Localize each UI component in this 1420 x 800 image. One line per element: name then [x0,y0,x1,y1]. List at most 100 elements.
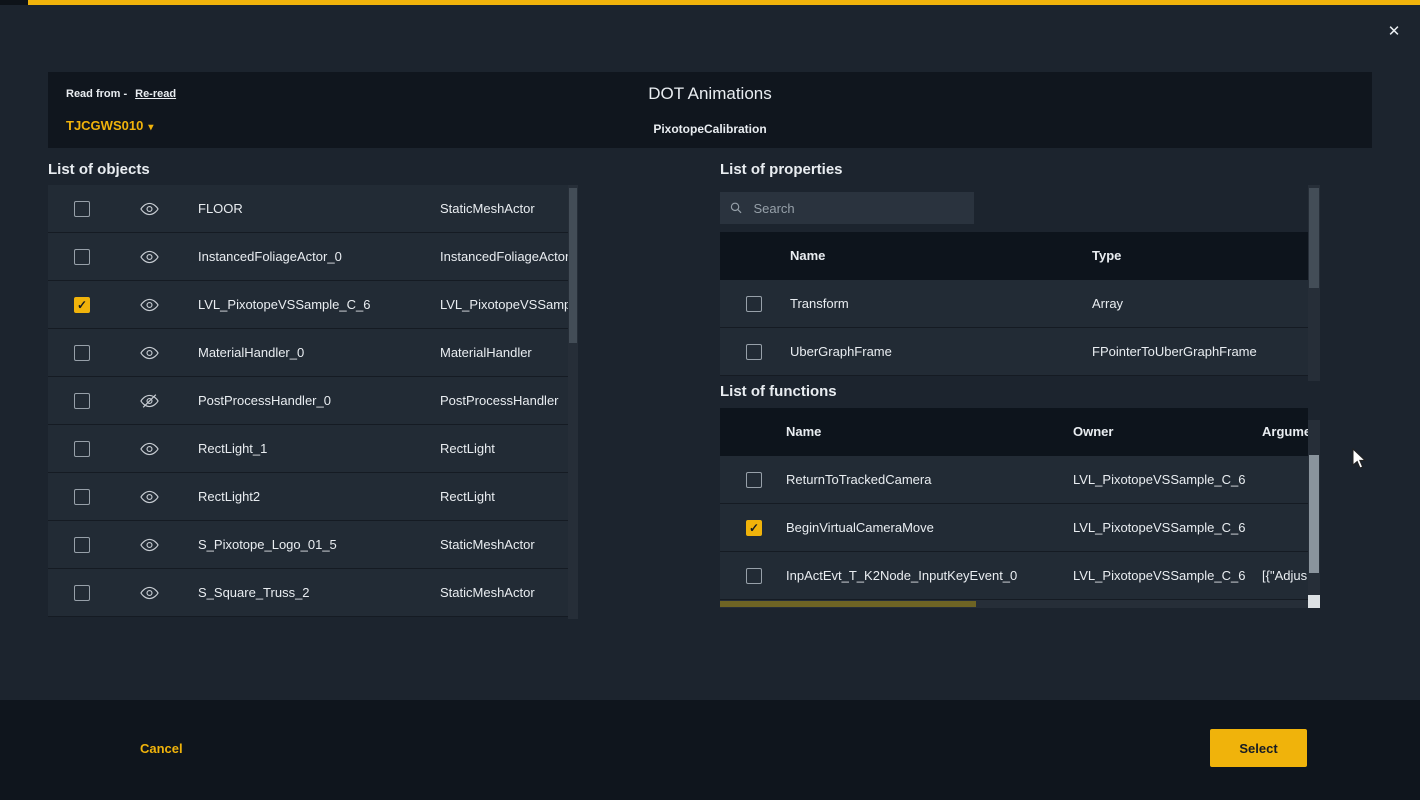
object-name: PostProcessHandler_0 [198,377,331,424]
object-type: StaticMeshActor [440,569,535,616]
visibility-icon[interactable] [140,249,159,268]
functions-rows: ReturnToTrackedCameraLVL_PixotopeVSSampl… [720,456,1308,600]
visibility-icon[interactable] [140,201,159,220]
property-name: Transform [790,280,849,327]
checkbox[interactable] [746,568,762,584]
objects-scrollbar-thumb[interactable] [569,188,577,343]
object-name: S_Square_Truss_2 [198,569,310,616]
function-name: InpActEvt_T_K2Node_InputKeyEvent_0 [786,552,1017,599]
property-type: FPointerToUberGraphFrame [1092,328,1257,375]
checkbox[interactable] [74,537,90,553]
function-row[interactable]: ✓ BeginVirtualCameraMove LVL_PixotopeVSSam… [720,504,1308,552]
visibility-icon[interactable] [140,585,159,604]
object-row[interactable]: RectLight_1 RectLight [48,425,568,473]
visibility-icon[interactable] [140,345,159,364]
properties-table: Name Type Transform Array UberGraphFrame FP… [720,232,1308,376]
property-name: UberGraphFrame [790,328,892,375]
object-name: InstancedFoliageActor_0 [198,233,342,280]
object-type: InstancedFoliageActor [440,233,568,280]
functions-horizontal-scrollbar[interactable] [720,600,1308,608]
objects-heading: List of objects [48,161,150,178]
search-icon [730,201,742,215]
function-owner: LVL_PixotopeVSSample_C_6 [1073,504,1246,551]
window-accent-bar [0,0,1420,5]
dialog-title: DOT Animations [48,84,1372,104]
function-row[interactable]: InpActEvt_T_K2Node_InputKeyEvent_0 LVL_Pi… [720,552,1308,600]
objects-list: FLOORStaticMeshActorInstancedFoliageActo… [48,185,578,619]
objects-rows: FLOORStaticMeshActorInstancedFoliageActo… [48,185,568,617]
checkbox[interactable] [74,201,90,217]
checkbox[interactable] [74,249,90,265]
properties-rows: Transform Array UberGraphFrame FPointerToUb… [720,280,1308,376]
object-name: S_Pixotope_Logo_01_5 [198,521,337,568]
checkbox[interactable] [746,472,762,488]
scrollbar-corner [1308,595,1320,608]
properties-heading: List of properties [720,161,843,178]
mouse-cursor [1352,448,1368,473]
checkbox[interactable] [74,585,90,601]
object-row[interactable]: S_Pixotope_Logo_01_5 StaticMeshActor [48,521,568,569]
property-row[interactable]: UberGraphFrame FPointerToUberGraphFrame [720,328,1308,376]
object-name: RectLight2 [198,473,260,520]
object-row[interactable]: FLOORStaticMeshActor [48,185,568,233]
functions-scrollbar[interactable] [1308,420,1320,598]
checkbox[interactable] [74,345,90,361]
object-type: RectLight [440,425,495,472]
function-owner: LVL_PixotopeVSSample_C_6 [1073,456,1246,503]
object-row[interactable]: PostProcessHandler_0 PostProcessHandler [48,377,568,425]
checkbox[interactable] [74,441,90,457]
object-row[interactable]: MaterialHandler_0 MaterialHandler [48,329,568,377]
object-row[interactable]: ✓ LVL_PixotopeVSSample_C_6 LVL_PixotopeVSS… [48,281,568,329]
object-type: RectLight [440,473,495,520]
cancel-button[interactable]: Cancel [140,741,183,756]
object-row[interactable]: InstancedFoliageActor_0 InstancedFoliageA… [48,233,568,281]
object-name: MaterialHandler_0 [198,329,304,376]
properties-scrollbar-thumb[interactable] [1309,188,1319,288]
properties-column-type: Type [1092,232,1121,279]
dialog-subtitle: PixotopeCalibration [48,122,1372,136]
functions-scrollbar-thumb[interactable] [1309,455,1319,573]
properties-table-header: Name Type [720,232,1308,280]
object-row[interactable]: S_Square_Truss_2 StaticMeshActor [48,569,568,617]
property-type: Array [1092,280,1123,327]
visibility-icon[interactable] [140,537,159,556]
properties-scrollbar[interactable] [1308,185,1320,381]
visibility-off-icon[interactable] [140,393,159,412]
close-icon[interactable]: ✕ [1384,22,1404,42]
properties-search[interactable] [720,192,974,224]
visibility-icon[interactable] [140,489,159,508]
checkbox[interactable] [746,344,762,360]
checkbox[interactable] [746,296,762,312]
functions-column-name: Name [786,408,821,455]
checkbox[interactable]: ✓ [74,297,90,313]
property-row[interactable]: Transform Array [720,280,1308,328]
checkbox[interactable] [74,393,90,409]
titlebar-notch [0,0,28,5]
object-type: PostProcessHandler [440,377,559,424]
visibility-icon[interactable] [140,441,159,460]
dialog-header: Read from -Re-read TJCGWS010▾ DOT Animat… [48,72,1372,148]
select-button[interactable]: Select [1210,729,1307,767]
object-type: StaticMeshActor [440,521,535,568]
function-name: BeginVirtualCameraMove [786,504,934,551]
functions-horizontal-scrollbar-thumb[interactable] [720,601,976,607]
properties-column-name: Name [790,232,825,279]
functions-column-owner: Owner [1073,408,1113,455]
objects-scrollbar[interactable] [568,185,578,619]
dialog-footer: Cancel Select [0,700,1420,800]
object-row[interactable]: RectLight2 RectLight [48,473,568,521]
search-input[interactable] [751,200,964,217]
functions-table-header: Name Owner Arguments [720,408,1308,456]
checkbox[interactable] [74,489,90,505]
functions-heading: List of functions [720,383,837,400]
object-name: RectLight_1 [198,425,267,472]
object-type: LVL_PixotopeVSSample_C [440,281,568,328]
object-name: LVL_PixotopeVSSample_C_6 [198,281,371,328]
visibility-icon[interactable] [140,297,159,316]
checkbox[interactable]: ✓ [746,520,762,536]
function-row[interactable]: ReturnToTrackedCameraLVL_PixotopeVSSampl… [720,456,1308,504]
function-owner: LVL_PixotopeVSSample_C_6 [1073,552,1246,599]
object-type: StaticMeshActor [440,185,535,232]
function-arguments: [{"Adjus [1262,552,1307,599]
object-type: MaterialHandler [440,329,532,376]
